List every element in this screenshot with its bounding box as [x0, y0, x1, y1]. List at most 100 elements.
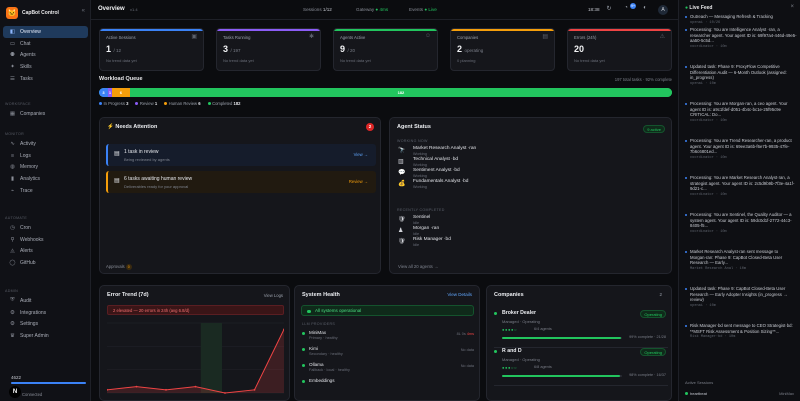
provider-row[interactable]: Kimi Secondary · healthy No data	[302, 346, 478, 361]
agent-row[interactable]: 🛡 Risk Manager ·bd Idle	[398, 237, 658, 248]
sidebar-item-label: Trace	[20, 188, 33, 195]
provider-row[interactable]: MiniMax Primary · healthy 8L 0s 4ms	[302, 330, 478, 345]
attention-item-title: 1 task in review	[124, 149, 159, 155]
agent-row[interactable]: 💰 Fundamentals Analyst ·bd Working	[398, 179, 658, 190]
needs-attention-title: Needs Attention	[115, 124, 158, 130]
agent-row[interactable]: 🔭 Market Research Analyst ·ran Working	[398, 146, 658, 157]
user-avatar[interactable]: N	[9, 386, 21, 398]
workload-segment-in-progress[interactable]: 3	[99, 88, 108, 97]
sidebar-item-trace[interactable]: ⌁ Trace	[3, 185, 88, 197]
company-item[interactable]: R and D Managed · Operating Operating ●●●○○…	[494, 348, 668, 386]
sidebar-item-analytics[interactable]: ▮ Analytics	[3, 173, 88, 185]
events-indicator[interactable]: Events ● Live	[409, 7, 437, 12]
nav-section-header: MONITOR	[5, 132, 25, 136]
sidebar-item-tasks[interactable]: ☰ Tasks	[3, 73, 88, 85]
gateway-indicator[interactable]: Gateway ● 4ms	[356, 7, 388, 12]
error-point-d4[interactable]	[194, 385, 197, 388]
feed-entry[interactable]: Processing: You are Intelligence Analyst…	[685, 27, 798, 49]
highlight-band	[200, 323, 223, 393]
theme-toggle-icon[interactable]: ◐	[641, 5, 649, 13]
stat-card[interactable]: Active Sessions ▣ 1 / 12 No trend data yet	[99, 28, 204, 71]
company-item[interactable]: Broker Dealer Managed · Operating Operatin…	[494, 310, 668, 348]
sidebar-item-super-admin[interactable]: ♛ Super Admin	[3, 330, 88, 342]
feed-entry[interactable]: Processing: You are Morgan·ran, a ceo ag…	[685, 101, 798, 123]
crown-icon: ♛	[10, 333, 15, 340]
feed-entry[interactable]: Risk Manager·bd sent message to CEO Stra…	[685, 323, 798, 339]
view-details-link[interactable]: View Details	[447, 292, 472, 297]
sidebar-item-skills[interactable]: ✦ Skills	[3, 61, 88, 73]
version-label: v1.4	[130, 7, 138, 12]
refresh-icon[interactable]: ↻	[605, 5, 613, 13]
sidebar-item-alerts[interactable]: ◬ Alerts	[3, 246, 88, 258]
view-logs-link[interactable]: View Logs	[264, 293, 283, 298]
agent-row[interactable]: 💬 Sentiment Analyst ·bd Working	[398, 168, 658, 179]
agent-icon: 🔭	[398, 148, 406, 154]
agent-row[interactable]: ▥ Technical Analyst ·bd Working	[398, 157, 658, 168]
page-title: Overview	[98, 6, 125, 12]
feed-entry-text: Processing: You are Market Research Anal…	[685, 175, 798, 192]
attention-item-human-review[interactable]: ▤ 6 tasks awaiting human review Delivera…	[106, 171, 376, 193]
view-link[interactable]: View →	[354, 152, 368, 157]
feed-entry[interactable]: Updated task: Phase 9: CapBot Closed-Bet…	[685, 286, 798, 308]
feed-entry[interactable]: Outreach — Messaging Refresh & Tracking o…	[685, 14, 798, 25]
provider-row[interactable]: Ollama Fallback · local · healthy No data	[302, 362, 478, 377]
close-icon[interactable]: ×	[790, 4, 794, 10]
provider-row[interactable]: Embeddings	[302, 378, 478, 393]
review-link[interactable]: Review →	[349, 179, 368, 184]
sidebar-item-memory[interactable]: ◍ Memory	[3, 162, 88, 174]
bell-icon[interactable]: ◔	[622, 5, 630, 13]
error-point-d2[interactable]	[135, 385, 138, 388]
sidebar-item-companies[interactable]: ▦ Companies	[3, 108, 88, 120]
sidebar-item-agents[interactable]: ⚉ Agents	[3, 50, 88, 62]
feed-entry[interactable]: Market Research Analyst·ran sent message…	[685, 249, 798, 271]
status-dot-icon	[302, 331, 305, 335]
sidebar-item-webhooks[interactable]: ⚲ Webhooks	[3, 234, 88, 246]
sidebar-item-github[interactable]: ◯ GitHub	[3, 257, 88, 269]
active-session-item[interactable]: heartbeat	[685, 391, 707, 396]
error-point-d3[interactable]	[165, 388, 167, 391]
error-point-d5[interactable]	[224, 392, 226, 394]
stat-card[interactable]: Companies ▤ 2 operating 0 planning	[450, 28, 555, 71]
legend-dot	[135, 102, 139, 105]
error-point-d6[interactable]	[253, 388, 256, 391]
chat-icon: ▭	[9, 40, 16, 47]
feed-entry[interactable]: Processing: You are Trend Researcher·ran…	[685, 138, 798, 160]
agent-row[interactable]: ♟ Morgan ·ran Idle	[398, 226, 658, 237]
sidebar-item-activity[interactable]: ∿ Activity	[3, 138, 88, 150]
workload-segment-completed[interactable]: 182	[129, 88, 672, 97]
status-dot-icon: ●	[685, 5, 689, 11]
feed-entry-meta: openai · 10/26	[690, 20, 721, 25]
feed-entry[interactable]: Updated task: Phase 9: ProxyFlow Competi…	[685, 64, 798, 86]
sidebar-item-logs[interactable]: ≡ Logs	[3, 150, 88, 162]
brand[interactable]: 🐱 CapBot Control	[6, 7, 59, 19]
sidebar-item-settings[interactable]: ⚙ Settings	[3, 319, 88, 331]
attention-item-sub: Being reviewed by agents	[124, 157, 170, 162]
approvals-footer[interactable]: Approvals 0	[106, 264, 132, 270]
workload-segment-human-review[interactable]: 6	[111, 88, 130, 97]
view-all-agents-link[interactable]: View all 20 agents →	[398, 264, 438, 269]
agent-row[interactable]: 🛡 Sentinel Idle	[398, 215, 658, 226]
sidebar-item-chat[interactable]: ▭ Chat	[3, 38, 88, 50]
stat-label: Companies	[457, 35, 479, 40]
workload-progress-bar[interactable]: 3 1 6 182	[99, 88, 672, 97]
legend-dot	[207, 102, 211, 105]
sidebar-item-integrations[interactable]: ⚙ Integrations	[3, 307, 88, 319]
attention-item-review[interactable]: ▤ 1 task in review Being reviewed by age…	[106, 144, 376, 166]
sessions-indicator[interactable]: Sessions 1/12	[303, 7, 332, 12]
sidebar-footer[interactable]: 4622 N Connected	[4, 374, 88, 398]
sidebar-item-audit[interactable]: ⛨ Audit	[3, 295, 88, 307]
stat-card[interactable]: Errors (24h) ⚠ 20 No trend data yet	[567, 28, 672, 71]
footer-build-number: 4622	[11, 375, 22, 380]
user-avatar[interactable]: A	[658, 5, 668, 15]
sidebar-item-overview[interactable]: ◧ Overview	[3, 26, 88, 38]
sessions-label: Sessions	[303, 7, 322, 12]
feed-entry[interactable]: Processing: You are Sentinel, the Qualit…	[685, 212, 798, 234]
feed-entry[interactable]: Processing: You are Market Research Anal…	[685, 175, 798, 197]
feed-entry-message: Processing: You are Trend Researcher·ran…	[690, 138, 792, 155]
company-agents: 6/4 agents	[534, 327, 552, 331]
stat-card[interactable]: Tasks Running ✱ 3 / 197 No trend data yet	[216, 28, 321, 71]
stat-card[interactable]: Agents Active ☺ 9 / 20 No trend data yet	[333, 28, 438, 71]
sidebar-item-cron[interactable]: ◷ Cron	[3, 222, 88, 234]
collapse-sidebar-icon[interactable]: «	[82, 8, 85, 14]
logs-icon: ≡	[10, 152, 15, 159]
